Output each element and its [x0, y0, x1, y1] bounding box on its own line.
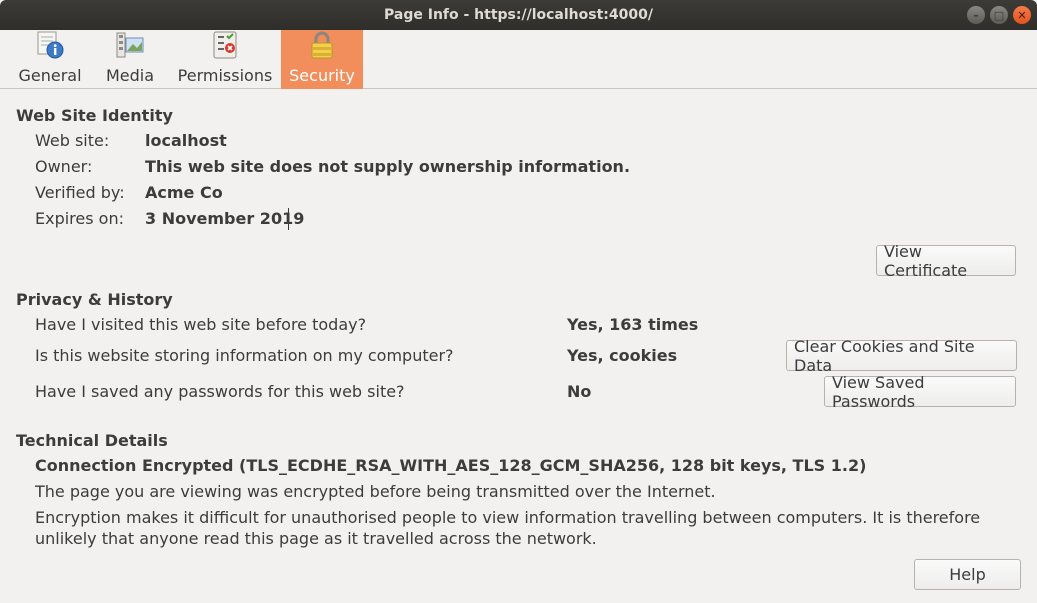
view-certificate-button[interactable]: View Certificate — [876, 242, 1016, 280]
close-icon[interactable]: ✕ — [1013, 6, 1031, 24]
encryption-line-2a: Encryption makes it difficult for unauth… — [35, 508, 981, 527]
window-titlebar: Page Info - https://localhost:4000/ – □ … — [0, 0, 1037, 30]
owner-label: Owner: — [35, 157, 93, 176]
text-caret — [288, 208, 289, 230]
tab-general-label: General — [18, 66, 82, 85]
expires-value[interactable]: 3 November 2019 — [145, 209, 304, 228]
clear-cookies-button[interactable]: Clear Cookies and Site Data — [786, 337, 1017, 375]
padlock-icon — [307, 30, 337, 60]
expires-label: Expires on: — [35, 209, 124, 228]
storing-question: Is this website storing information on m… — [35, 346, 454, 365]
tab-media-label: Media — [105, 66, 155, 85]
encryption-line-1: The page you are viewing was encrypted b… — [35, 482, 716, 501]
identity-heading: Web Site Identity — [16, 106, 173, 125]
info-icon — [35, 30, 65, 60]
owner-value: This web site does not supply ownership … — [145, 157, 631, 176]
visited-answer: Yes, 163 times — [567, 315, 699, 334]
website-label: Web site: — [35, 131, 110, 150]
tab-general[interactable]: General — [14, 30, 86, 89]
encryption-line-2b: unlikely that anyone read this page as i… — [35, 529, 597, 548]
technical-heading: Technical Details — [16, 431, 168, 450]
minimize-icon[interactable]: – — [967, 6, 985, 24]
tab-permissions-label: Permissions — [177, 66, 273, 85]
media-icon — [115, 30, 145, 60]
passwords-answer: No — [567, 382, 592, 401]
privacy-heading: Privacy & History — [16, 290, 173, 309]
tab-security[interactable]: Security — [281, 30, 363, 89]
storing-answer: Yes, cookies — [567, 346, 678, 365]
website-value: localhost — [145, 131, 227, 150]
window-title: Page Info - https://localhost:4000/ — [384, 7, 653, 23]
window-controls: – □ ✕ — [967, 6, 1031, 24]
verified-by-value: Acme Co — [145, 183, 223, 202]
tab-media[interactable]: Media — [100, 30, 160, 89]
tab-toolbar: General Media Permissions Security — [0, 30, 1037, 89]
maximize-icon[interactable]: □ — [990, 6, 1008, 24]
view-saved-passwords-button[interactable]: View Saved Passwords — [824, 373, 1016, 411]
connection-encrypted: Connection Encrypted (TLS_ECDHE_RSA_WITH… — [35, 456, 867, 475]
permissions-icon — [210, 30, 240, 60]
tab-security-label: Security — [289, 66, 355, 85]
verified-by-label: Verified by: — [35, 183, 125, 202]
passwords-question: Have I saved any passwords for this web … — [35, 382, 405, 401]
tab-permissions[interactable]: Permissions — [172, 30, 278, 89]
help-button[interactable]: Help — [914, 559, 1021, 590]
visited-question: Have I visited this web site before toda… — [35, 315, 367, 334]
